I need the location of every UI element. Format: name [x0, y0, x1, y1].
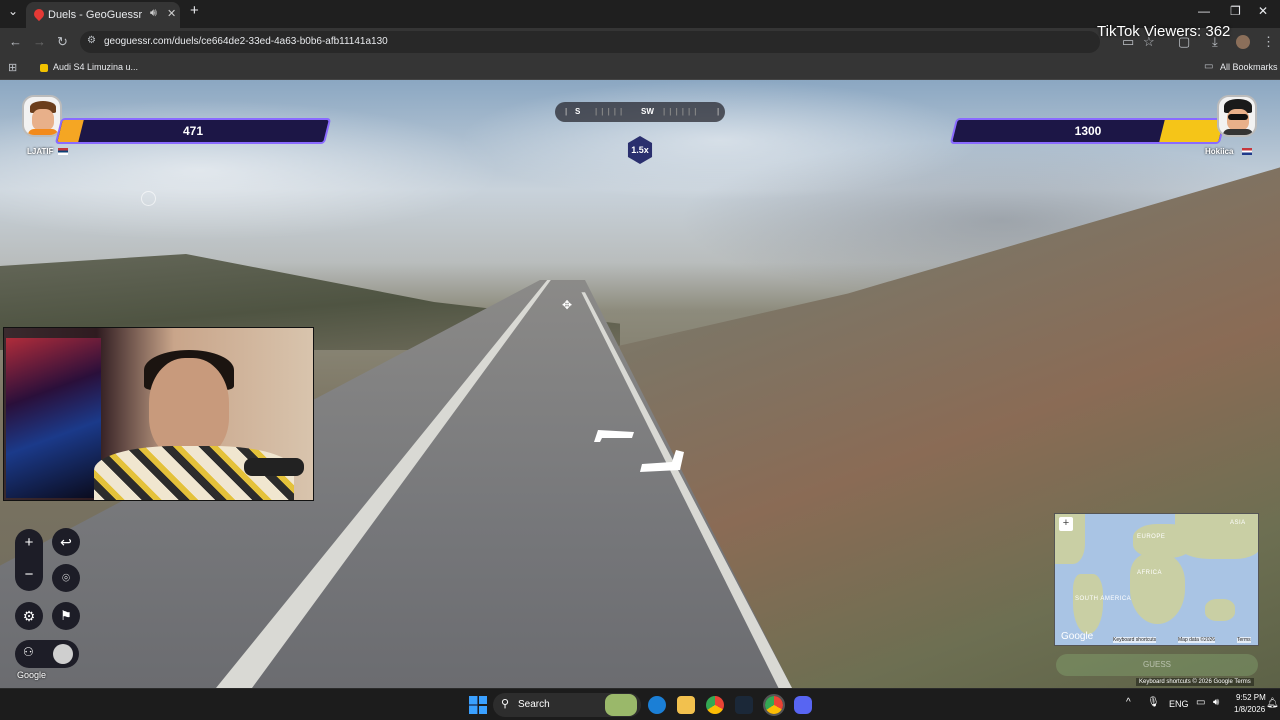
- maximize-icon[interactable]: ❐: [1230, 4, 1241, 18]
- move-forward-arrow-icon[interactable]: [592, 426, 688, 474]
- map-label-asia: ASIA: [1230, 520, 1246, 526]
- clock-date[interactable]: 1/8/2026: [1234, 705, 1265, 714]
- window-close-icon[interactable]: ✕: [1258, 4, 1268, 18]
- search-highlight-image: [605, 694, 637, 716]
- zoom-out-icon[interactable]: −: [15, 561, 43, 589]
- streamer-webcam: [3, 327, 314, 501]
- tab-geoguessr[interactable]: Duels - GeoGuessr 🔊︎ ✕: [26, 2, 180, 28]
- map-keyboard-shortcuts[interactable]: Keyboard shortcuts: [1113, 637, 1157, 643]
- bookmark-favicon: [40, 64, 48, 72]
- undo-move-icon[interactable]: ↩: [52, 528, 80, 556]
- google-logo-text: Google: [17, 670, 47, 680]
- player-left-health-value: 471: [182, 124, 204, 138]
- compass-label-left: S: [575, 107, 581, 116]
- map-data: Map data ©2026: [1178, 637, 1216, 643]
- map-label-africa: AFRICA: [1137, 570, 1163, 576]
- toggle-knob: [53, 644, 73, 664]
- tab-search-icon[interactable]: ⌄: [8, 4, 18, 18]
- steam-icon[interactable]: [735, 696, 753, 714]
- volume-icon[interactable]: 🔊︎: [1213, 697, 1219, 708]
- player-left-health-bar: 471: [54, 118, 332, 144]
- compass-label-center: SW: [641, 107, 654, 116]
- tray-chevron-icon[interactable]: ^: [1126, 697, 1131, 708]
- tab-title: Duels - GeoGuessr: [48, 9, 143, 21]
- geoguessr-pin-icon: [31, 6, 47, 22]
- return-to-start-icon[interactable]: ⌾: [52, 564, 80, 592]
- url-text: geoguessr.com/duels/ce664de2-33ed-4a63-b…: [104, 36, 388, 47]
- player-right-health-bar: 1300: [949, 118, 1227, 144]
- zoom-controls: + −: [15, 529, 43, 591]
- minimize-icon[interactable]: —: [1198, 4, 1210, 18]
- map-terms[interactable]: Terms: [1237, 637, 1251, 643]
- panorama-footer: Keyboard shortcuts © 2026 Google Terms: [1136, 678, 1254, 686]
- language-indicator[interactable]: ENG: [1169, 699, 1189, 709]
- settings-gear-icon[interactable]: ⚙: [15, 602, 43, 630]
- croatia-flag-icon: [1242, 148, 1252, 155]
- search-label: Search: [518, 699, 550, 710]
- folder-icon: ▭: [1204, 61, 1214, 72]
- compass-bar[interactable]: | S ||||| SW |||||| |: [555, 102, 725, 122]
- site-info-icon[interactable]: ⚙︎: [87, 35, 96, 46]
- back-icon[interactable]: ←: [9, 34, 22, 49]
- forward-icon[interactable]: →: [33, 34, 46, 49]
- tiktok-viewers-overlay: TikTok Viewers: 362: [1097, 23, 1231, 40]
- microphone: [244, 458, 304, 476]
- move-cursor-icon: ✥: [562, 298, 573, 312]
- browser-tab-bar: ⌄ Duels - GeoGuessr 🔊︎ ✕ + — ❐ ✕: [0, 0, 1280, 28]
- map-zoom-in-icon[interactable]: +: [1059, 517, 1073, 531]
- profile-avatar[interactable]: [1236, 35, 1250, 49]
- map-label-south-america: SOUTH AMERICA: [1075, 596, 1132, 602]
- speaker-icon[interactable]: 🔊︎: [150, 7, 157, 20]
- player-left-avatar: [22, 95, 62, 137]
- guess-minimap[interactable]: + EUROPE ASIA AFRICA SOUTH AMERICA Googl…: [1054, 513, 1259, 646]
- toggle-switch[interactable]: ⚇: [15, 640, 79, 668]
- address-bar-row: ← → ↻ ⚙︎ geoguessr.com/duels/ce664de2-33…: [0, 28, 1280, 56]
- monitor-icon[interactable]: ▭: [1196, 697, 1205, 708]
- flag-icon[interactable]: ⚑: [52, 602, 80, 630]
- apps-grid-icon[interactable]: ⊞: [8, 61, 17, 74]
- gaming-pc: [6, 338, 101, 498]
- bookmark-audi[interactable]: Audi S4 Limuzina u...: [53, 62, 138, 72]
- search-icon: ⚲: [501, 698, 510, 710]
- edge-icon[interactable]: [648, 696, 666, 714]
- windows-logo: [469, 696, 487, 714]
- notification-bell-icon[interactable]: 🔔︎: [1266, 698, 1279, 709]
- menu-kebab-icon[interactable]: ⋮: [1262, 34, 1275, 50]
- clock-time[interactable]: 9:52 PM: [1236, 693, 1266, 702]
- taskbar-search[interactable]: ⚲ Search: [493, 693, 641, 717]
- guess-button[interactable]: GUESS: [1056, 654, 1258, 676]
- cursor-ring: [141, 191, 156, 206]
- zoom-in-icon[interactable]: +: [15, 529, 43, 557]
- streamer-face: [149, 358, 229, 458]
- close-tab-icon[interactable]: ✕: [167, 7, 176, 20]
- microphone-icon[interactable]: 🎙︎: [1147, 697, 1160, 708]
- chrome-icon[interactable]: [706, 696, 724, 714]
- map-google-logo: Google: [1061, 631, 1094, 642]
- file-explorer-icon[interactable]: [677, 696, 695, 714]
- omnibox[interactable]: ⚙︎ geoguessr.com/duels/ce664de2-33ed-4a6…: [80, 31, 1100, 53]
- windows-taskbar: ⚲ Search ^ 🎙︎ ENG ▭ 🔊︎ 9:52 PM 1/8/2026 …: [0, 688, 1280, 720]
- new-tab-icon[interactable]: +: [190, 2, 199, 19]
- bookmarks-bar: ⊞ Audi S4 Limuzina u... ▭ All Bookmarks: [0, 56, 1280, 80]
- player-right-health-value: 1300: [1074, 124, 1102, 138]
- all-bookmarks[interactable]: All Bookmarks: [1220, 62, 1278, 72]
- player-left-name: LJATIF: [27, 147, 54, 156]
- chrome-active-icon[interactable]: [763, 694, 785, 716]
- player-right-avatar: [1217, 95, 1257, 137]
- reload-icon[interactable]: ↻: [57, 34, 68, 50]
- map-label-europe: EUROPE: [1137, 534, 1166, 540]
- people-icon: ⚇: [23, 645, 34, 659]
- serbia-flag-icon: [58, 148, 68, 155]
- discord-icon[interactable]: [794, 696, 812, 714]
- player-right-name: Hokiica: [1205, 147, 1234, 156]
